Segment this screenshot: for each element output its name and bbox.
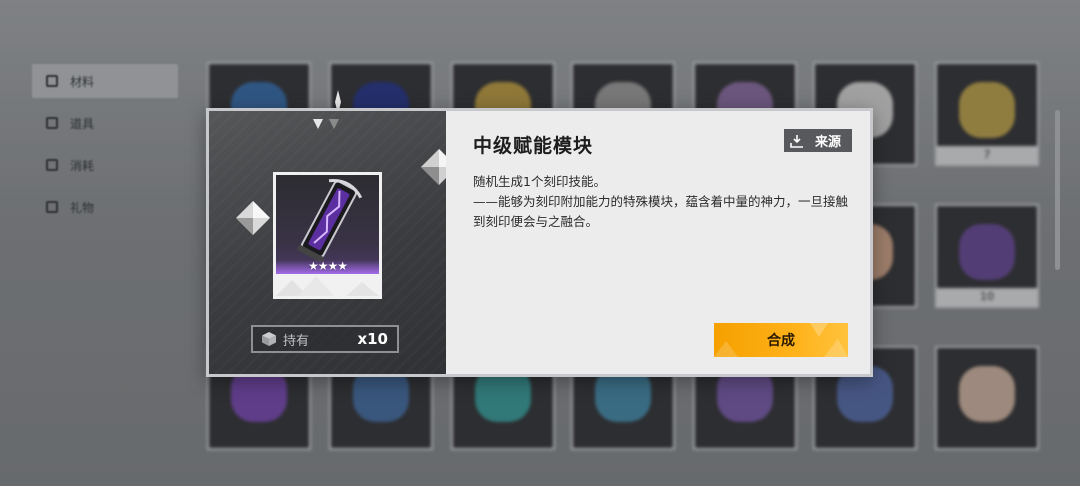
sparkle-icon [236, 201, 270, 235]
item-info-panel: 中级赋能模块 来源 随机生成1个刻印技能。 ——能够为刻印附加能力的特殊模块，蕴… [446, 111, 870, 374]
rarity-stars: ★★★★ [307, 259, 348, 273]
cube-icon [262, 332, 276, 346]
description-line: 随机生成1个刻印技能。 [473, 174, 606, 189]
sparkle-icon [421, 149, 446, 185]
holdings-count: x10 [357, 330, 388, 348]
holdings-label: 持有 [283, 333, 310, 349]
item-description: 随机生成1个刻印技能。 ——能够为刻印附加能力的特殊模块，蕴含着中量的神力，一旦… [473, 172, 853, 232]
synthesize-button[interactable]: 合成 [714, 323, 848, 357]
item-preview-panel: ★★★★ 持有 x10 [209, 111, 446, 374]
holdings-bar: 持有 x10 [251, 325, 399, 353]
item-image: ★★★★ [276, 175, 379, 274]
item-detail-dialog: ★★★★ 持有 x10 中级赋能模块 来源 随机生成1个刻印技能。 ——能够为刻… [206, 108, 873, 377]
triangle-decoration-icon [313, 119, 339, 129]
synthesize-label: 合成 [767, 333, 795, 349]
source-button-label: 来源 [815, 135, 842, 150]
item-title: 中级赋能模块 [473, 135, 594, 157]
item-card: ★★★★ [273, 172, 382, 299]
source-button[interactable]: 来源 [784, 129, 852, 152]
source-icon [790, 134, 803, 148]
description-line: ——能够为刻印附加能力的特殊模块，蕴含着中量的神力，一旦接触到刻印便会与之融合。 [473, 194, 849, 229]
card-pattern-icon [276, 276, 379, 296]
